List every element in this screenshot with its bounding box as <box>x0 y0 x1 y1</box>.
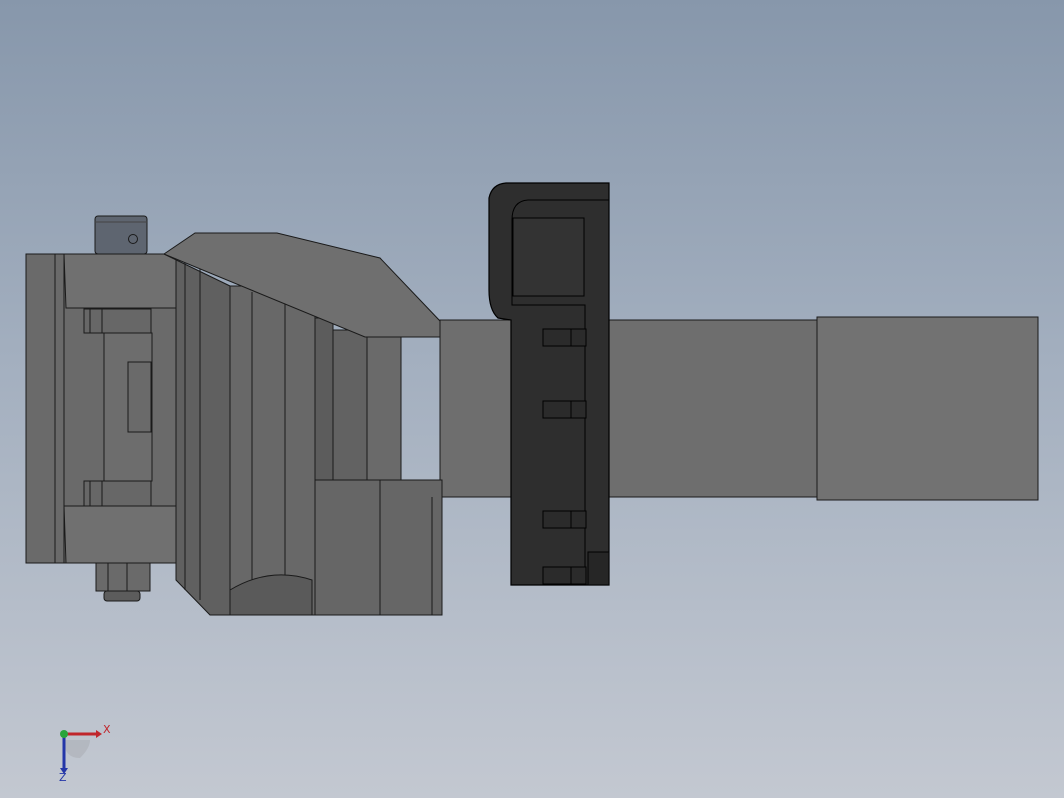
lower-jaw[interactable] <box>63 505 177 564</box>
y-axis-dot <box>60 730 68 738</box>
graphics-viewport[interactable]: X Z <box>0 0 1064 798</box>
axis-triad: X Z <box>59 723 111 784</box>
clamp-tooth <box>542 328 587 347</box>
x-axis-label: X <box>103 723 111 736</box>
hex-nut[interactable] <box>95 562 151 592</box>
clamp-tooth <box>542 566 587 585</box>
shaft-body[interactable] <box>439 319 819 498</box>
shaft-end-block[interactable] <box>816 316 1039 501</box>
clamp-window <box>512 217 585 297</box>
clamp-tooth <box>542 400 587 419</box>
slot-window <box>127 361 152 433</box>
clamp-tooth <box>542 510 587 529</box>
triad-plane <box>64 740 90 758</box>
z-axis-label: Z <box>59 771 67 784</box>
model-view[interactable] <box>0 0 1064 798</box>
lower-block[interactable] <box>314 479 443 616</box>
upper-jaw[interactable] <box>63 253 177 309</box>
